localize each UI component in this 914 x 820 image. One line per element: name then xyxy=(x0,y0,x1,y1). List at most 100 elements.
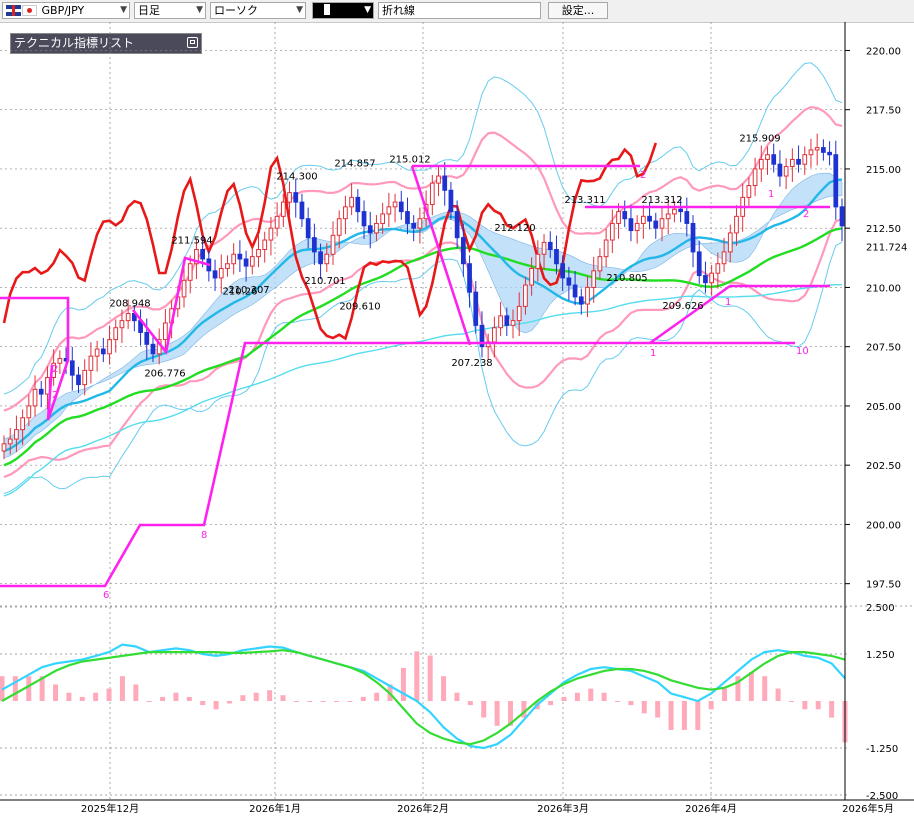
zigzag-count-label: 2 xyxy=(803,209,809,220)
bull-candle xyxy=(374,222,379,234)
price-tick-label: 210.00 xyxy=(866,283,901,294)
bear-candle xyxy=(150,343,156,355)
settings-button[interactable]: 設定... xyxy=(548,2,608,19)
macd-histogram-bar xyxy=(160,696,166,701)
price-tick-label: 212.50 xyxy=(866,224,901,235)
bear-candle xyxy=(678,208,683,213)
bull-candle xyxy=(349,196,354,208)
macd-histogram-bar xyxy=(454,692,460,701)
macd-histogram-bar xyxy=(762,676,768,701)
bull-candle xyxy=(32,388,38,407)
bull-candle xyxy=(709,272,715,284)
price-tick-label: 207.50 xyxy=(866,343,901,354)
bear-candle xyxy=(653,220,659,229)
secondary-style-box[interactable]: 折れ線 xyxy=(378,2,541,19)
macd-histogram-bar xyxy=(213,701,219,710)
bull-candle xyxy=(262,239,268,251)
bull-candle xyxy=(541,241,547,255)
bear-candle xyxy=(305,218,311,239)
macd-histogram-bar xyxy=(253,692,259,701)
macd-tick-label: 1.250 xyxy=(866,650,895,661)
bear-candle xyxy=(703,275,708,284)
date-tick-label: 2026年1月 xyxy=(249,802,301,815)
symbol-select[interactable]: GBP/JPY ▼ xyxy=(2,2,130,19)
bull-candle xyxy=(330,234,336,255)
zigzag-count-label: 8 xyxy=(201,530,207,541)
macd-histogram-bar xyxy=(133,684,139,701)
price-chart[interactable]: 22681210112 208.948206.776211.594210.262… xyxy=(0,22,914,820)
macd-histogram-bar xyxy=(347,701,353,702)
bull-candle xyxy=(336,218,342,236)
bull-candle xyxy=(7,438,13,445)
bear-candle xyxy=(547,241,553,251)
bull-candle xyxy=(492,327,497,343)
price-annotation: 206.776 xyxy=(144,369,185,380)
bull-candle xyxy=(1,443,7,452)
bear-candle xyxy=(777,163,783,177)
zigzag-count-label: 1 xyxy=(725,297,731,308)
macd-histogram-bar xyxy=(668,701,674,730)
macd-histogram-bar xyxy=(829,701,835,718)
bull-candle xyxy=(268,227,274,241)
bull-candle xyxy=(802,154,808,165)
chart-style-select[interactable]: ローソク ▼ xyxy=(210,2,306,19)
macd-histogram-bar xyxy=(267,690,273,701)
bull-candle xyxy=(429,182,435,205)
bull-candle xyxy=(26,405,32,419)
bear-candle xyxy=(684,211,690,224)
bear-candle xyxy=(69,360,75,376)
macd-panel: 2.5001.250-1.250-2.500 xyxy=(0,603,898,802)
macd-histogram-bar xyxy=(601,692,607,701)
zigzag-count-label: 10 xyxy=(796,346,809,357)
macd-histogram-bar xyxy=(26,676,32,701)
price-annotation: 209.610 xyxy=(339,302,380,313)
bear-candle xyxy=(560,263,566,279)
secondary-style-label: 折れ線 xyxy=(382,4,415,17)
chart-toolbar: GBP/JPY ▼ 日足 ▼ ローソク ▼ ▼ 折れ線 設定... xyxy=(0,0,914,23)
candle-color-select[interactable]: ▼ xyxy=(312,2,374,19)
chevron-down-icon: ▼ xyxy=(120,5,127,15)
macd-tick-label: -1.250 xyxy=(866,744,898,755)
bear-candle xyxy=(473,291,479,326)
bear-candle xyxy=(237,253,243,260)
bear-candle xyxy=(622,211,628,220)
current-price-label: 211.724 xyxy=(866,243,907,254)
timeframe-select[interactable]: 日足 ▼ xyxy=(134,2,206,19)
bear-candle xyxy=(405,211,410,224)
bear-candle xyxy=(312,237,317,253)
price-annotation: 208.948 xyxy=(109,298,150,309)
price-annotation: 215.012 xyxy=(389,155,430,166)
zigzag-count-label: 1 xyxy=(650,348,656,359)
bear-candle xyxy=(442,175,448,191)
zigzag-count-label: 1 xyxy=(768,189,774,200)
macd-histogram-bar xyxy=(240,695,246,701)
bull-candle xyxy=(107,339,112,355)
macd-histogram-bar xyxy=(293,701,299,702)
bull-candle xyxy=(45,376,50,395)
timeframe-label: 日足 xyxy=(138,4,160,17)
bull-candle xyxy=(20,417,25,431)
macd-histogram-bar xyxy=(467,701,473,706)
bear-candle xyxy=(355,196,361,213)
macd-histogram-bar xyxy=(788,701,794,702)
bear-candle xyxy=(696,251,702,277)
bear-candle xyxy=(318,251,323,265)
bull-candle xyxy=(715,263,721,274)
bull-candle xyxy=(510,320,516,326)
macd-tick-label: 2.500 xyxy=(866,603,895,614)
macd-histogram-bar xyxy=(146,701,152,702)
price-tick-label: 215.00 xyxy=(866,165,901,176)
bull-candle xyxy=(187,263,193,281)
bull-candle xyxy=(57,358,63,364)
bear-candle xyxy=(100,348,106,355)
price-annotation: 210.805 xyxy=(606,273,647,284)
bear-candle xyxy=(566,277,572,286)
macd-histogram-bar xyxy=(79,696,85,701)
bull-candle xyxy=(616,211,621,224)
macd-histogram-bar xyxy=(360,696,366,701)
macd-histogram-bar xyxy=(574,692,580,701)
signal-line xyxy=(1,649,846,746)
macd-histogram-bar xyxy=(400,667,406,701)
macd-histogram-bar xyxy=(641,701,647,714)
bull-candle xyxy=(386,206,392,215)
